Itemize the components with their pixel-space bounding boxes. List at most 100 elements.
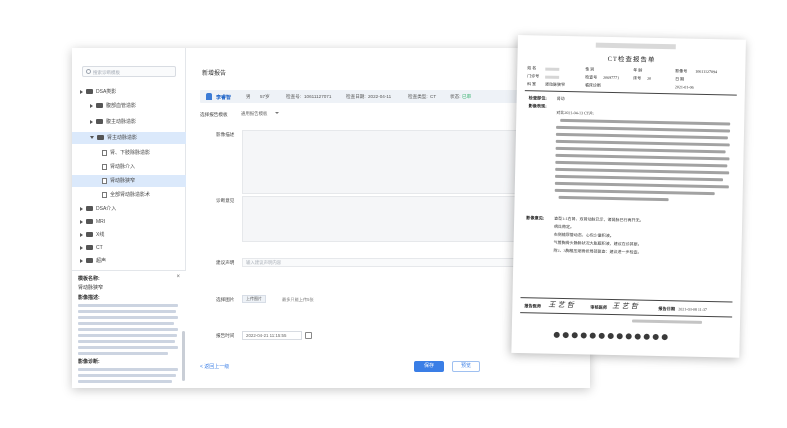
tree-node-mri[interactable]: MRI (80, 216, 105, 228)
tree-node-xray[interactable]: X线 (80, 229, 104, 241)
text-line (78, 334, 177, 337)
chevron-right-icon (90, 119, 93, 124)
close-icon[interactable]: × (176, 274, 180, 280)
tree-node-label: DSA类影 (96, 89, 117, 95)
chevron-right-icon (80, 245, 83, 250)
template-search[interactable] (82, 66, 176, 77)
exam-part-label: 检查部位: (528, 95, 547, 101)
exam-no-label: 检查号: (286, 93, 302, 99)
circle-icon (652, 333, 659, 341)
circle-icon (589, 332, 596, 339)
diag-line-2: 病灶稳定。 (553, 223, 575, 230)
report-doctor-label: 报告医师 (524, 303, 542, 309)
calendar-icon[interactable] (305, 332, 312, 339)
folder-icon (97, 135, 104, 141)
search-icon (86, 69, 91, 74)
chevron-right-icon (80, 219, 83, 224)
reg-label: 影像号 (675, 68, 688, 74)
tree-leaf-3-selected[interactable]: 肾动脉狭窄 (72, 175, 186, 187)
upload-image-button[interactable]: 上传图片 (242, 295, 266, 303)
tree-node-label: DSA介入 (96, 206, 117, 212)
tree-node-renal-selected[interactable]: 肾主动脉造影 (72, 132, 186, 144)
tree-node-label: X线 (96, 232, 105, 238)
document-icon (102, 191, 107, 198)
name-label: 姓 名 (527, 65, 537, 71)
report-time-value: 2022-04-21 11:15:55 (246, 333, 287, 338)
preview-button[interactable]: 预览 (452, 361, 480, 372)
tree-leaf-label: 肾动脉介入 (110, 164, 136, 170)
chevron-right-icon (80, 206, 83, 211)
tree-node-ct[interactable]: CT (80, 242, 103, 254)
template-preview-panel: 模板名称: × 肾动脉狭窄 影像描述: 影像诊断: (72, 270, 186, 388)
circle-icon (553, 331, 560, 338)
tree-leaf-label: 肾动脉狭窄 (110, 178, 136, 184)
template-name-heading: 模板名称: (78, 276, 100, 282)
tree-node-label: 腹主动脉造影 (106, 119, 137, 125)
text-line (555, 132, 728, 140)
back-link[interactable]: < 返回上一级 (200, 363, 229, 370)
page-title: 新增报告 (202, 71, 227, 77)
modality-value: CT (430, 93, 437, 99)
scrollbar-thumb[interactable] (182, 331, 185, 381)
tree-node-abdomen-arteries[interactable]: 腹主动脉造影 (90, 116, 136, 128)
image-findings-label: 影像表现: (528, 103, 547, 109)
tree-leaf-2[interactable]: 肾动脉介入 (102, 161, 135, 173)
text-line (78, 374, 176, 377)
text-line (555, 146, 726, 153)
age-label: 年 龄 (633, 67, 643, 73)
status-label: 状态: (450, 93, 461, 99)
tree-leaf-4[interactable]: 全部肾动脉造影术 (102, 189, 150, 201)
template-select-label: 选择报告模板 (200, 112, 228, 117)
exam-date-value: 2022-04-11 (368, 93, 392, 99)
audit-doctor-label: 审核医师 (590, 304, 608, 310)
exam-no-value: 10611127071 (304, 93, 332, 99)
tree-leaf-1[interactable]: 肾、下肢除脉造影 (102, 147, 150, 159)
text-line (555, 139, 730, 147)
chevron-right-icon (80, 258, 83, 263)
document-icon (102, 149, 107, 156)
save-button[interactable]: 保存 (414, 361, 444, 372)
report-title: CT检查报告单 (607, 55, 656, 64)
circle-icon (562, 332, 569, 339)
exam-part-value: 肾动 (556, 95, 565, 101)
tree-node-abdomen[interactable]: 腹部血管造影 (90, 100, 136, 112)
text-line (78, 380, 172, 383)
chevron-right-icon (80, 89, 83, 94)
template-desc-heading: 影像描述: (78, 295, 100, 301)
circle-icon (634, 333, 641, 340)
document-icon (102, 163, 107, 170)
template-diag-heading: 影像诊断: (78, 359, 100, 365)
image-desc-label: 影像描述 (216, 132, 235, 137)
text-line (78, 322, 174, 325)
template-select-value: 通用报告模板 (241, 111, 268, 116)
dept-value: 2021-01-06 (674, 84, 694, 90)
report-date-label: 报告日期 (658, 305, 676, 312)
circle-icon (616, 333, 623, 340)
tree-node-label: 超声 (96, 258, 107, 264)
text-line (78, 304, 178, 307)
diag-line-5: 附2、3胸椎压缩骨折局部复查：建议进一步检查。 (553, 247, 642, 255)
clinic-redacted (545, 75, 560, 79)
chevron-down-icon (90, 136, 94, 140)
patient-name: 李睿智 (216, 94, 232, 101)
template-select[interactable]: 通用报告模板 (238, 110, 282, 119)
tree-node-ultrasound[interactable]: 超声 (80, 255, 106, 267)
text-line (554, 181, 729, 189)
tree-node-dsa-intervention[interactable]: DSA介入 (80, 203, 116, 215)
folder-icon (86, 258, 93, 264)
template-name-value: 肾动脉狭窄 (78, 285, 104, 291)
tree-node-label: MRI (96, 219, 106, 225)
date-label: 日 期 (675, 76, 685, 82)
folder-icon (86, 206, 93, 212)
tree-node-dsa[interactable]: DSA类影 (80, 86, 116, 98)
chevron-right-icon (80, 232, 83, 237)
diag-line-1: 查型1-1右肾、双肾动脉已示，诸肾脉已行再开无。 (554, 215, 644, 223)
image-select-label: 选择图片 (216, 297, 235, 302)
folder-icon (86, 219, 93, 225)
circle-icon (661, 334, 668, 341)
user-icon (206, 93, 212, 100)
text-line (555, 174, 724, 181)
report-time-input[interactable]: 2022-04-21 11:15:55 (242, 331, 302, 340)
template-search-input[interactable] (93, 68, 173, 76)
text-line (78, 310, 176, 313)
